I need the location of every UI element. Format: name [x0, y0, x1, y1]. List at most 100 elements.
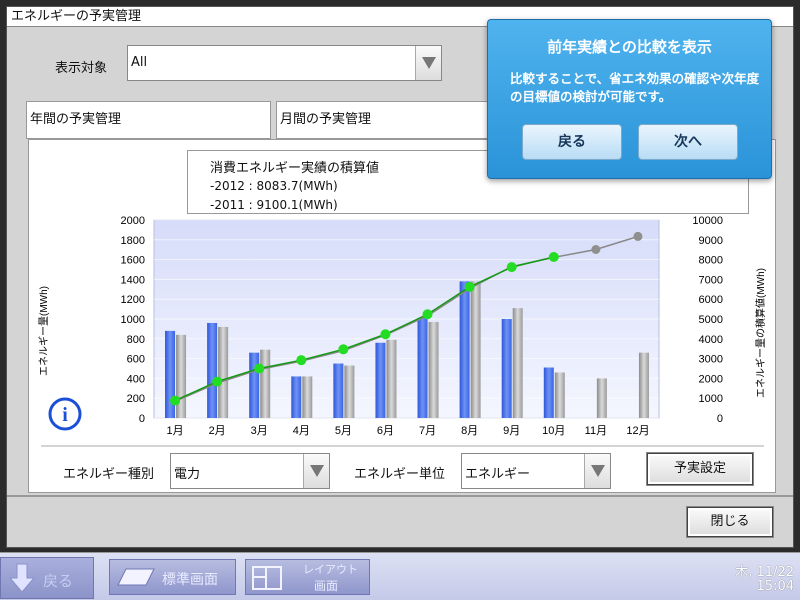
y-tick-label: 400: [127, 373, 145, 385]
energy-chart: 2000180016001400120010008006004002000100…: [38, 215, 767, 447]
y-tick-label: 600: [127, 354, 145, 366]
point-current: [212, 376, 223, 387]
y-tick-label: 1000: [121, 314, 145, 326]
y2-tick-label: 6000: [699, 294, 723, 306]
close-button[interactable]: 閉じる: [687, 507, 773, 537]
y-tick-label: 1400: [121, 274, 145, 286]
bar-current: [333, 363, 344, 418]
plan-settings-button[interactable]: 予実設定: [647, 453, 753, 485]
layout-label-2: 画面: [314, 579, 339, 593]
tab-annual[interactable]: 年間の予実管理: [26, 101, 271, 139]
bar-previous: [512, 308, 523, 418]
y2-tick-label: 0: [717, 413, 723, 425]
popup-title: 前年実績との比較を表示: [547, 38, 712, 56]
point-current: [254, 363, 265, 374]
y-tick-label: 800: [127, 334, 145, 346]
x-tick-label: 10月: [542, 425, 565, 437]
point-current: [506, 262, 517, 273]
chart-panel: 消費エネルギー実績の積算値 -2012 : 8083.7(MWh) -2011 …: [28, 139, 776, 493]
x-tick-label: 3月: [251, 425, 268, 437]
y-tick-label: 1800: [121, 235, 145, 247]
tab-annual-label: 年間の予実管理: [30, 112, 122, 127]
y2-tick-label: 1000: [699, 393, 723, 405]
point-current: [422, 309, 433, 320]
bar-previous: [302, 376, 313, 418]
point-current: [338, 344, 349, 355]
point-previous: [591, 245, 601, 255]
y-tick-label: 0: [139, 413, 145, 425]
y-tick-label: 200: [127, 393, 145, 405]
point-current: [464, 281, 475, 292]
x-tick-label: 6月: [377, 425, 394, 437]
tooltip-popup: 前年実績との比較を表示 比較することで、省エネ効果の確認や次年度の目標値の検討が…: [487, 19, 772, 179]
x-tick-label: 4月: [293, 425, 310, 437]
energy-unit-label: エネルギー単位: [354, 467, 446, 482]
x-tick-label: 11月: [585, 425, 607, 437]
y-tick-label: 1200: [121, 294, 145, 306]
energy-type-label: エネルギー種別: [63, 467, 155, 482]
layout-screen-button[interactable]: レイアウト 画面: [245, 559, 370, 595]
bar-previous: [218, 326, 229, 418]
popup-back-button[interactable]: 戻る: [522, 124, 622, 160]
bar-previous: [638, 352, 649, 418]
x-tick-label: 2月: [209, 425, 226, 437]
y2-tick-label: 8000: [699, 255, 723, 267]
standard-screen-button[interactable]: 標準画面: [109, 559, 236, 595]
energy-type-dropdown[interactable]: 電力: [170, 453, 330, 489]
y2-tick-label: 3000: [699, 354, 723, 366]
bar-previous: [554, 372, 565, 418]
divider: [7, 495, 793, 497]
bar-previous: [428, 321, 439, 418]
bar-previous: [596, 378, 607, 418]
y2-tick-label: 2000: [699, 373, 723, 385]
popup-next-button[interactable]: 次へ: [638, 124, 738, 160]
energy-unit-dropdown[interactable]: エネルギー: [461, 453, 611, 489]
y2-tick-label: 5000: [699, 314, 723, 326]
point-current: [170, 395, 181, 406]
chevron-down-icon[interactable]: [303, 454, 329, 488]
info-icon-glyph: i: [62, 404, 68, 426]
screen-icon: [117, 568, 155, 586]
point-current: [548, 252, 559, 263]
y-tick-label: 2000: [121, 215, 145, 227]
x-tick-label: 1月: [166, 425, 183, 437]
taskbar-back-button[interactable]: 戻る: [0, 557, 94, 599]
popup-message: 比較することで、省エネ効果の確認や次年度の目標値の検討が可能です。: [510, 71, 760, 104]
bar-current: [459, 281, 470, 418]
y2-tick-label: 9000: [699, 235, 723, 247]
taskbar-back-label: 戻る: [43, 572, 74, 590]
chevron-down-icon[interactable]: [415, 46, 441, 80]
layout-icon: [252, 566, 282, 590]
y-tick-label: 1600: [121, 255, 145, 267]
bar-previous: [260, 349, 271, 418]
bar-previous: [176, 334, 187, 418]
filter-dropdown[interactable]: All: [127, 45, 442, 81]
energy-unit-value: エネルギー: [465, 467, 531, 482]
bar-current: [207, 322, 218, 418]
standard-screen-label: 標準画面: [162, 572, 218, 588]
bar-previous: [344, 365, 355, 418]
energy-type-value: 電力: [174, 467, 201, 482]
x-tick-label: 9月: [503, 425, 520, 437]
bar-previous: [386, 339, 397, 418]
tab-monthly[interactable]: 月間の予実管理: [276, 101, 521, 139]
layout-label-1: レイアウト: [303, 563, 358, 576]
bar-current: [249, 352, 260, 418]
tab-monthly-label: 月間の予実管理: [280, 112, 372, 127]
bar-previous: [470, 281, 481, 418]
y2-axis-label: エネルギー量の積算値(MWh): [754, 268, 767, 398]
filter-value: All: [131, 55, 148, 70]
arrow-down-icon: [9, 563, 35, 593]
y2-tick-label: 4000: [699, 334, 723, 346]
x-tick-label: 12月: [626, 425, 649, 437]
taskbar: 戻る 標準画面 レイアウト 画面 木, 11/22 15:04: [0, 552, 800, 600]
y-axis-label: エネルギー量(MWh): [38, 286, 50, 376]
bar-current: [417, 318, 428, 418]
point-previous: [633, 231, 643, 241]
y2-tick-label: 10000: [692, 215, 723, 227]
x-tick-label: 8月: [461, 425, 478, 437]
clock-time: 15:04: [756, 579, 794, 594]
chevron-down-icon[interactable]: [584, 454, 610, 488]
bar-current: [291, 376, 302, 418]
point-current: [296, 355, 307, 366]
